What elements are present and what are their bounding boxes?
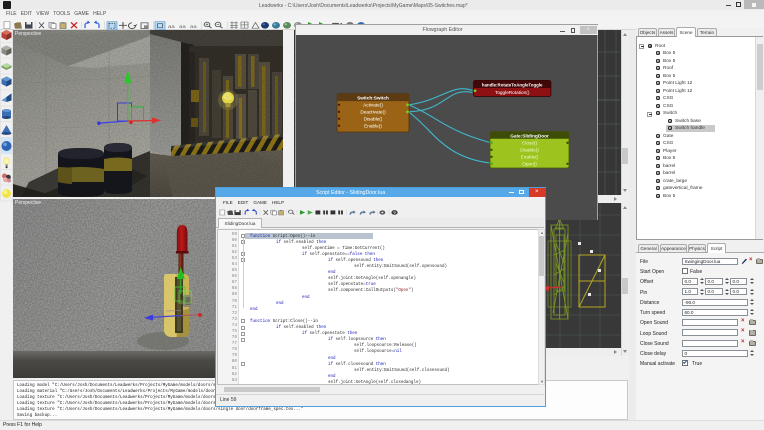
svg-text:aa: aa bbox=[190, 24, 198, 29]
svg-text:aa: aa bbox=[168, 24, 176, 29]
svg-text:Close(): Close() bbox=[521, 141, 537, 146]
svg-text:Disable(): Disable() bbox=[363, 117, 382, 122]
svg-text:handle:RotateToAngleToggle: handle:RotateToAngleToggle bbox=[481, 83, 542, 88]
svg-text:Enable(): Enable() bbox=[520, 155, 538, 160]
svg-text:Enable(): Enable() bbox=[364, 124, 382, 129]
svg-text:Activate(): Activate() bbox=[363, 103, 383, 108]
svg-text:Gate:SlidingDoor: Gate:SlidingDoor bbox=[510, 133, 549, 138]
svg-text:Switch:Switch: Switch:Switch bbox=[357, 95, 389, 100]
svg-text:ToggleRotation(): ToggleRotation() bbox=[494, 90, 529, 95]
svg-text:Open(): Open() bbox=[522, 162, 537, 167]
svg-text:Deactivate(): Deactivate() bbox=[360, 110, 386, 115]
svg-text:Disable(): Disable() bbox=[520, 148, 539, 153]
svg-text:aa: aa bbox=[179, 24, 187, 29]
svg-text:?: ? bbox=[393, 211, 396, 215]
